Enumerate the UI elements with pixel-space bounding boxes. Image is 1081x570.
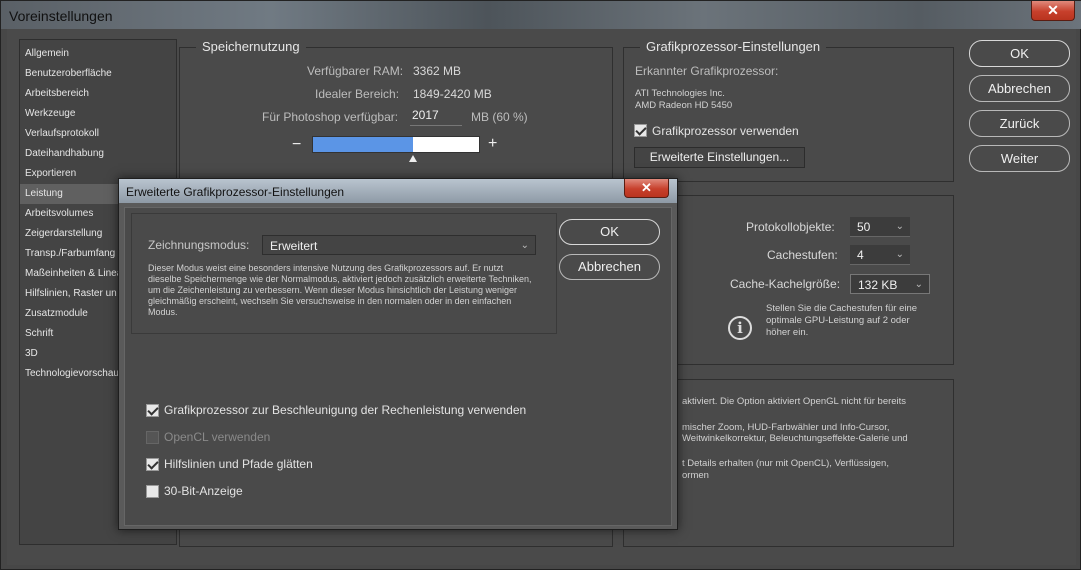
memory-slider-thumb[interactable] xyxy=(409,155,417,162)
dialog-cancel-button[interactable]: Abbrechen xyxy=(559,254,660,280)
drawing-mode-description: Dieser Modus weist eine besonders intens… xyxy=(148,263,532,317)
window-title: Voreinstellungen xyxy=(9,8,113,24)
description-line-3: Weitwinkelkorrektur, Beleuchtungseffekte… xyxy=(682,433,908,444)
advanced-gpu-settings-dialog: Erweiterte Grafikprozessor-Einstellungen… xyxy=(118,178,678,530)
chevron-down-icon: ⌄ xyxy=(914,279,923,290)
option-label: OpenCL verwenden xyxy=(164,430,271,444)
cache-tile-size-value: 132 KB xyxy=(858,278,898,292)
cache-tile-size-label: Cache-Kachelgröße: xyxy=(730,277,841,291)
chevron-down-icon: ⌄ xyxy=(895,221,904,232)
option-checkbox[interactable] xyxy=(146,458,159,471)
ok-button[interactable]: OK xyxy=(969,40,1070,67)
option-label: Grafikprozessor zur Beschleunigung der R… xyxy=(164,403,527,417)
title-bar: Voreinstellungen ✕ xyxy=(1,1,1081,29)
option-checkbox xyxy=(146,431,159,444)
gpu-model: AMD Radeon HD 5450 xyxy=(635,100,733,111)
ideal-range-value: 1849-2420 MB xyxy=(413,87,492,101)
detected-gpu-label: Erkannter Grafikprozessor: xyxy=(635,64,779,78)
drawing-mode-section: Zeichnungsmodus: Erweitert ⌄ Dieser Modus… xyxy=(131,213,557,334)
sidebar-item[interactable]: Allgemein xyxy=(20,44,176,64)
cache-levels-value: 4 xyxy=(857,248,864,262)
gpu-panel: Grafikprozessor-Einstellungen Erkannter … xyxy=(623,39,954,182)
history-states-label: Protokollobjekte: xyxy=(746,220,835,234)
advanced-settings-button[interactable]: Erweiterte Einstellungen... xyxy=(634,147,805,168)
photoshop-memory-unit: MB (60 %) xyxy=(471,110,528,124)
cache-tile-size-select[interactable]: 132 KB ⌄ xyxy=(850,274,930,294)
history-states-select[interactable]: 50 ⌄ xyxy=(850,217,910,237)
drawing-mode-select[interactable]: Erweitert ⌄ xyxy=(262,235,536,255)
memory-decrease-icon[interactable]: − xyxy=(292,136,301,154)
dialog-body: Zeichnungsmodus: Erweitert ⌄ Dieser Modus… xyxy=(124,207,672,526)
photoshop-memory-input[interactable]: 2017 xyxy=(410,108,462,126)
dialog-title: Erweiterte Grafikprozessor-Einstellungen xyxy=(126,185,345,199)
next-button[interactable]: Weiter xyxy=(969,145,1070,172)
memory-slider-fill xyxy=(313,137,413,152)
cancel-button[interactable]: Abbrechen xyxy=(969,75,1070,102)
memory-panel-title: Speichernutzung xyxy=(196,39,306,54)
sidebar-item[interactable]: Werkzeuge xyxy=(20,104,176,124)
chevron-down-icon: ⌄ xyxy=(895,249,904,260)
sidebar-item[interactable]: Arbeitsbereich xyxy=(20,84,176,104)
memory-increase-icon[interactable]: + xyxy=(488,135,497,153)
gpu-vendor: ATI Technologies Inc. xyxy=(635,88,725,99)
window-close-button[interactable]: ✕ xyxy=(1031,1,1075,21)
sidebar-item[interactable]: Benutzeroberfläche xyxy=(20,64,176,84)
ideal-range-label: Idealer Bereich: xyxy=(315,87,400,101)
back-button[interactable]: Zurück xyxy=(969,110,1070,137)
ram-label: Verfügbarer RAM: xyxy=(307,64,404,78)
sidebar-item[interactable]: Dateihandhabung xyxy=(20,144,176,164)
ram-value: 3362 MB xyxy=(413,64,462,78)
dialog-title-bar: Erweiterte Grafikprozessor-Einstellungen… xyxy=(119,179,677,203)
option-checkbox[interactable] xyxy=(146,404,159,417)
description-line-4: t Details erhalten (nur mit OpenCL), Ver… xyxy=(682,458,889,469)
option-checkbox[interactable] xyxy=(146,485,159,498)
use-gpu-label: Grafikprozessor verwenden xyxy=(652,124,799,138)
option-label: 30-Bit-Anzeige xyxy=(164,484,243,498)
drawing-mode-label: Zeichnungsmodus: xyxy=(148,238,250,252)
history-states-value: 50 xyxy=(857,220,871,234)
info-icon: i xyxy=(728,316,752,340)
sidebar-item[interactable]: Verlaufsprotokoll xyxy=(20,124,176,144)
description-line-1: aktiviert. Die Option aktiviert OpenGL n… xyxy=(682,396,907,407)
option-label: Hilfslinien und Pfade glätten xyxy=(164,457,313,471)
dialog-close-button[interactable]: ✕ xyxy=(624,179,669,198)
photoshop-available-label: Für Photoshop verfügbar: xyxy=(262,110,399,124)
cache-info-text: Stellen Sie die Cachestufen für eine opt… xyxy=(766,303,918,338)
cache-levels-label: Cachestufen: xyxy=(767,248,838,262)
drawing-mode-value: Erweitert xyxy=(270,239,318,253)
memory-slider[interactable] xyxy=(312,136,480,153)
dialog-ok-button[interactable]: OK xyxy=(559,219,660,245)
gpu-panel-title: Grafikprozessor-Einstellungen xyxy=(640,39,827,54)
use-gpu-checkbox[interactable] xyxy=(634,124,647,137)
description-line-5: ormen xyxy=(682,470,709,481)
cache-levels-select[interactable]: 4 ⌄ xyxy=(850,245,910,265)
chevron-down-icon: ⌄ xyxy=(520,240,529,251)
